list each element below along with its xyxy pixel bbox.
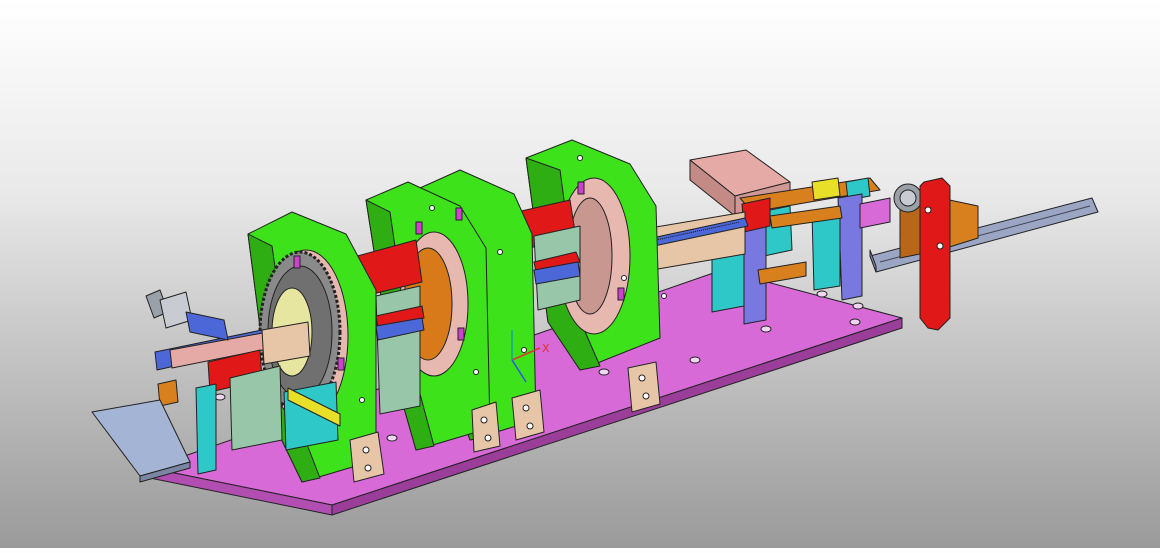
cylinder-icon — [145, 289, 229, 341]
exit-chute[interactable] — [91, 399, 191, 483]
red-clamp-arm[interactable] — [919, 177, 951, 331]
clamp-4 — [627, 361, 661, 413]
clamp-1 — [349, 431, 385, 483]
spindle-chuck[interactable] — [893, 183, 923, 213]
cad-viewport[interactable]: X — [0, 0, 1160, 548]
clamp-2 — [471, 401, 501, 453]
assembly-model[interactable]: X — [0, 0, 1160, 548]
triad-x-label: X — [542, 342, 550, 355]
clamp-3 — [511, 389, 545, 441]
